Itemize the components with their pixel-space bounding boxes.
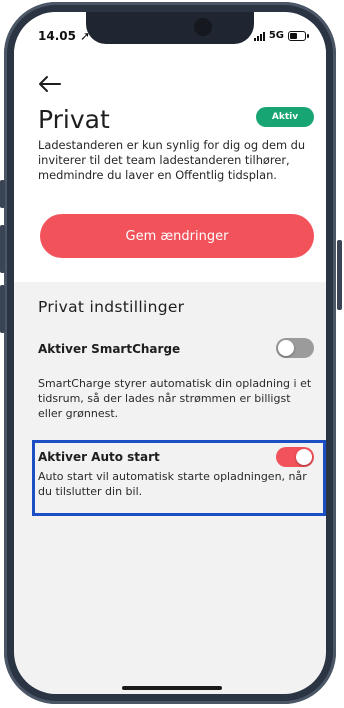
toggle-knob <box>278 340 294 356</box>
phone-notch <box>86 12 254 44</box>
home-indicator <box>122 686 222 690</box>
autostart-description: Auto start vil automatisk starte opladni… <box>38 470 307 498</box>
phone-volume-down <box>0 285 5 333</box>
status-badge: Aktiv <box>256 107 314 127</box>
phone-side-button <box>0 180 5 208</box>
page-title: Privat <box>38 105 110 134</box>
smartcharge-description: SmartCharge styrer automatisk din opladn… <box>38 377 312 420</box>
smartcharge-toggle[interactable] <box>276 338 314 358</box>
phone-volume-up <box>0 225 5 273</box>
phone-power-button <box>337 240 342 310</box>
smartcharge-label: Aktiver SmartCharge <box>38 342 181 356</box>
save-button[interactable]: Gem ændringer <box>40 214 314 258</box>
status-time: 14.05 ➚ <box>38 29 91 43</box>
front-camera <box>194 18 212 36</box>
network-type: 5G <box>268 30 284 41</box>
autostart-toggle[interactable] <box>276 447 314 467</box>
section-title: Privat indstillinger <box>38 298 185 316</box>
status-indicators: 5G <box>253 30 309 41</box>
battery-icon <box>288 30 309 41</box>
signal-bars-icon <box>253 31 265 41</box>
page-description: Ladestanderen er kun synlig for dig og d… <box>38 138 306 182</box>
autostart-label: Aktiver Auto start <box>38 450 160 464</box>
toggle-knob <box>296 449 312 465</box>
arrow-left-icon[interactable] <box>38 74 62 94</box>
